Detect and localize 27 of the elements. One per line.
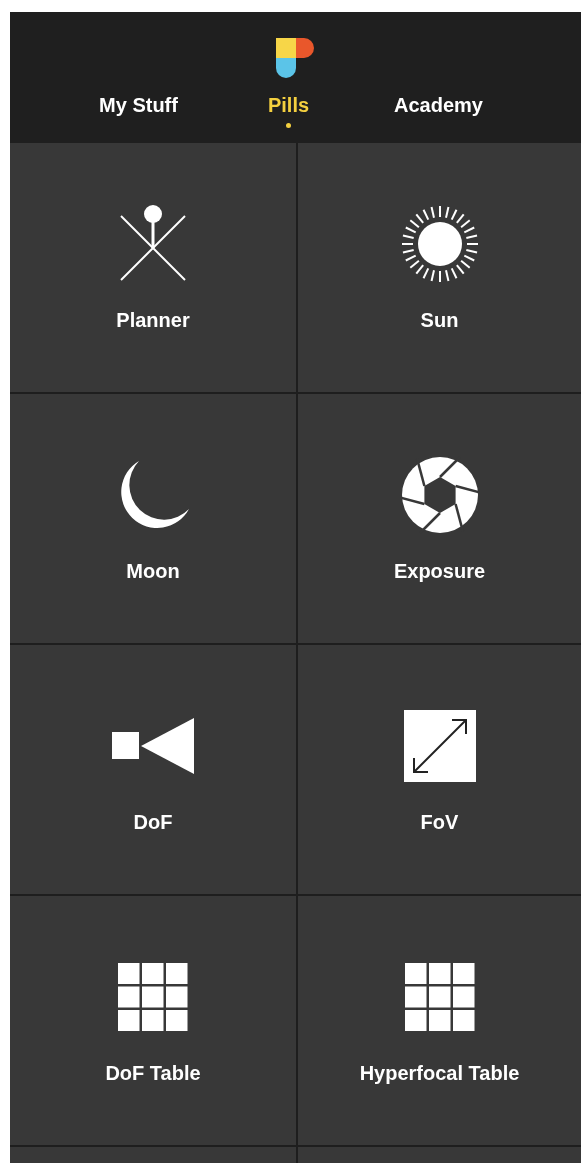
nav-tab[interactable]: My Stuff [63,94,214,128]
grid-icon [118,963,188,1031]
tool-tile[interactable]: Moon [10,394,296,643]
active-dot-icon [286,123,291,128]
tool-tile[interactable]: Exposure [298,394,581,643]
tile-label: DoF [133,811,173,834]
camera-cone-icon [112,718,194,774]
tool-tile[interactable]: DoF [10,645,296,894]
diagonal-arrow-square-icon [403,710,476,782]
tile-label: Hyperfocal Table [359,1062,520,1085]
tile-label: Exposure [393,560,486,583]
nav-tab[interactable]: Academy [363,94,514,128]
grid-icon [404,963,475,1031]
tool-tile[interactable]: Sun [298,143,581,392]
tile-label: Moon [126,560,180,583]
tile-label: Sun [420,309,459,332]
nav-tab[interactable]: Pills [213,94,364,128]
tool-tile[interactable]: FoV [298,645,581,894]
tile-label: DoF Table [105,1062,201,1085]
tool-tile[interactable]: Hyperfocal Table [298,896,581,1145]
tool-tile[interactable]: DoF Table [10,896,296,1145]
tile-label: Planner [116,309,190,332]
app-logo-icon [275,38,316,78]
aperture-icon [399,455,480,535]
tile-label: FoV [420,811,459,834]
tool-tile[interactable]: Planner [10,143,296,392]
sun-icon [399,204,480,284]
